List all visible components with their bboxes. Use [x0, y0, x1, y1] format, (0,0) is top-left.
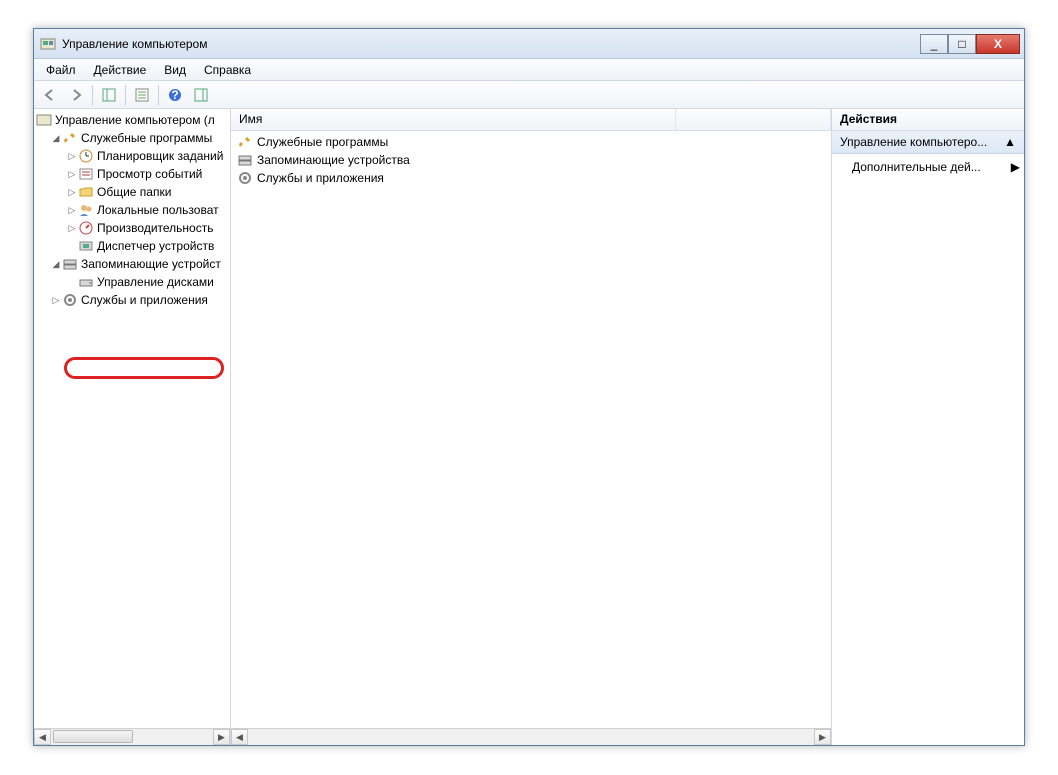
tree-root[interactable]: Управление компьютером (л — [34, 111, 230, 129]
tree-event-viewer[interactable]: ▷ Просмотр событий — [34, 165, 230, 183]
expand-icon[interactable]: ▷ — [66, 187, 78, 198]
list-body: Служебные программы Запоминающие устройс… — [231, 131, 831, 728]
content-area: Управление компьютером (л ◢ Служебные пр… — [34, 109, 1024, 745]
show-hide-tree-button[interactable] — [97, 84, 121, 106]
tree-performance[interactable]: ▷ Производительность — [34, 219, 230, 237]
scroll-track[interactable] — [248, 729, 814, 745]
list-item-label: Служебные программы — [257, 135, 388, 149]
event-viewer-icon — [78, 166, 94, 182]
titlebar[interactable]: Управление компьютером _ □ X — [34, 29, 1024, 59]
scroll-left-button[interactable]: ◀ — [231, 729, 248, 745]
list-item-label: Запоминающие устройства — [257, 153, 410, 167]
expand-icon[interactable]: ▷ — [50, 295, 62, 306]
menubar: Файл Действие Вид Справка — [34, 59, 1024, 81]
actions-panel: Действия Управление компьютеро... ▲ Допо… — [831, 109, 1024, 745]
scroll-right-button[interactable]: ▶ — [814, 729, 831, 745]
back-button[interactable] — [38, 84, 62, 106]
toolbar: ? — [34, 81, 1024, 109]
storage-icon — [237, 152, 253, 168]
actions-group-header[interactable]: Управление компьютеро... ▲ — [832, 131, 1024, 154]
list-item-services-apps[interactable]: Службы и приложения — [231, 169, 831, 187]
menu-action[interactable]: Действие — [86, 61, 155, 79]
tree-storage[interactable]: ◢ Запоминающие устройст — [34, 255, 230, 273]
storage-icon — [62, 256, 78, 272]
services-icon — [237, 170, 253, 186]
separator — [125, 85, 126, 105]
main-horizontal-scrollbar[interactable]: ◀ ▶ — [231, 728, 831, 745]
tree-panel: Управление компьютером (л ◢ Служебные пр… — [34, 109, 231, 745]
expand-icon[interactable]: ▷ — [66, 205, 78, 216]
tools-icon — [237, 134, 253, 150]
actions-more[interactable]: Дополнительные дей... ▶ — [832, 154, 1024, 180]
menu-file[interactable]: Файл — [38, 61, 84, 79]
column-blank[interactable] — [676, 109, 831, 130]
shared-folder-icon — [78, 184, 94, 200]
tree-task-scheduler[interactable]: ▷ Планировщик заданий — [34, 147, 230, 165]
actions-header: Действия — [832, 109, 1024, 131]
tree-services-apps[interactable]: ▷ Службы и приложения — [34, 291, 230, 309]
disk-icon — [78, 274, 94, 290]
tree-device-manager[interactable]: Диспетчер устройств — [34, 237, 230, 255]
users-icon — [78, 202, 94, 218]
chevron-right-icon: ▶ — [1011, 160, 1020, 174]
scroll-left-button[interactable]: ◀ — [34, 729, 51, 745]
close-button[interactable]: X — [976, 34, 1020, 54]
expand-icon[interactable]: ▷ — [66, 169, 78, 180]
maximize-button[interactable]: □ — [948, 34, 976, 54]
column-header-row: Имя — [231, 109, 831, 131]
main-panel: Имя Служебные программы Запоминающие уст… — [231, 109, 831, 745]
tree-system-tools[interactable]: ◢ Служебные программы — [34, 129, 230, 147]
clock-icon — [78, 148, 94, 164]
collapse-icon[interactable]: ▲ — [1004, 135, 1016, 149]
menu-view[interactable]: Вид — [156, 61, 194, 79]
show-hide-actions-button[interactable] — [189, 84, 213, 106]
separator — [92, 85, 93, 105]
expand-icon[interactable]: ▷ — [66, 223, 78, 234]
menu-help[interactable]: Справка — [196, 61, 259, 79]
forward-button[interactable] — [64, 84, 88, 106]
actions-more-label: Дополнительные дей... — [852, 160, 981, 174]
performance-icon — [78, 220, 94, 236]
window-title: Управление компьютером — [62, 37, 920, 51]
tree-shared-folders[interactable]: ▷ Общие папки — [34, 183, 230, 201]
help-button[interactable]: ? — [163, 84, 187, 106]
scroll-thumb[interactable] — [53, 730, 133, 743]
list-item-storage[interactable]: Запоминающие устройства — [231, 151, 831, 169]
collapse-icon[interactable]: ◢ — [50, 259, 62, 270]
properties-button[interactable] — [130, 84, 154, 106]
computer-icon — [36, 112, 52, 128]
expand-icon[interactable]: ▷ — [66, 151, 78, 162]
tree-horizontal-scrollbar[interactable]: ◀ ▶ — [34, 728, 230, 745]
scroll-track[interactable] — [51, 729, 213, 745]
list-item-system-tools[interactable]: Служебные программы — [231, 133, 831, 151]
computer-management-window: Управление компьютером _ □ X Файл Действ… — [33, 28, 1025, 746]
tree-disk-management[interactable]: Управление дисками — [34, 273, 230, 291]
device-manager-icon — [78, 238, 94, 254]
list-item-label: Службы и приложения — [257, 171, 384, 185]
tree-local-users[interactable]: ▷ Локальные пользоват — [34, 201, 230, 219]
separator — [158, 85, 159, 105]
minimize-button[interactable]: _ — [920, 34, 948, 54]
svg-text:?: ? — [171, 88, 178, 102]
services-icon — [62, 292, 78, 308]
tools-icon — [62, 130, 78, 146]
scroll-right-button[interactable]: ▶ — [213, 729, 230, 745]
column-name[interactable]: Имя — [231, 109, 676, 130]
collapse-icon[interactable]: ◢ — [50, 133, 62, 144]
app-icon — [40, 36, 56, 52]
actions-group-label: Управление компьютеро... — [840, 135, 987, 149]
